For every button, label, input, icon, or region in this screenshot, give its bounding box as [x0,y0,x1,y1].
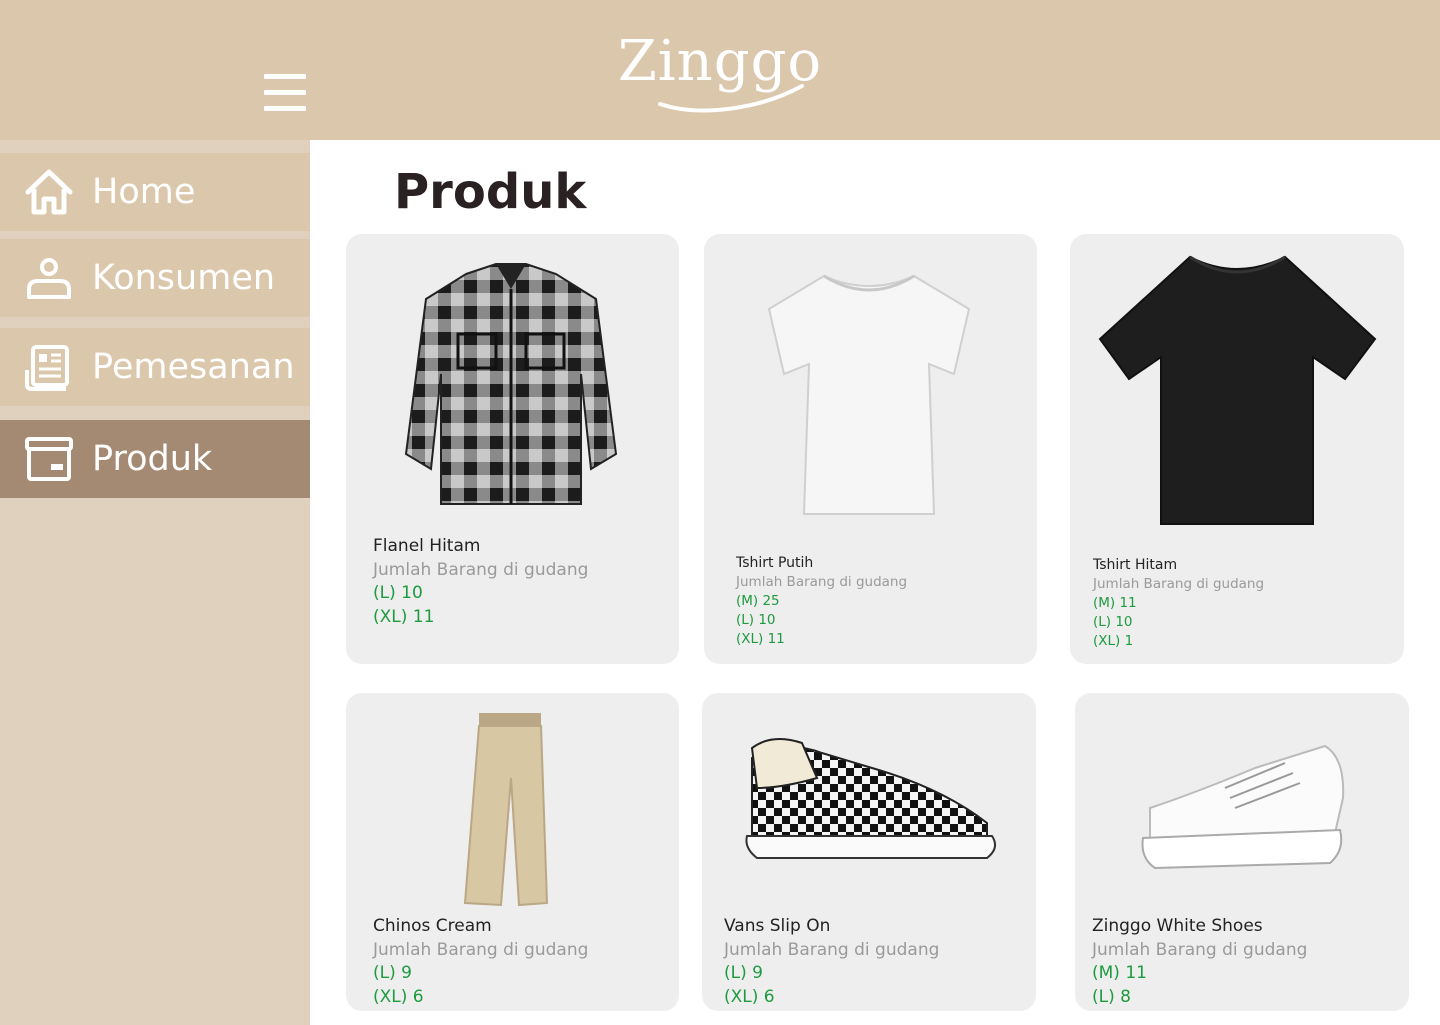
stock-label: Jumlah Barang di gudang [736,574,908,590]
stock-value: (XL) 6 [373,987,424,1007]
hamburger-menu-icon[interactable] [264,74,306,112]
stock-value: (L) 8 [1092,987,1131,1007]
product-name: Chinos Cream [373,916,492,936]
stock-value: (L) 9 [373,963,412,983]
sidebar-item-konsumen[interactable]: Konsumen [0,239,310,317]
black-tshirt-image [1098,255,1377,525]
stock-label: Jumlah Barang di gudang [373,560,589,580]
sidebar-item-pemesanan[interactable]: Pemesanan [0,328,310,406]
stock-value: (M) 11 [1093,595,1137,611]
product-card-vans-slip-on[interactable]: Vans Slip On Jumlah Barang di gudang (L)… [702,693,1036,1011]
flannel-shirt-image [404,263,618,505]
archive-box-icon [25,437,73,481]
product-name: Flanel Hitam [373,536,481,556]
product-name: Zinggo White Shoes [1092,916,1263,936]
product-card-chinos-cream[interactable]: Chinos Cream Jumlah Barang di gudang (L)… [346,693,679,1011]
product-card-zinggo-white-shoes[interactable]: Zinggo White Shoes Jumlah Barang di guda… [1075,693,1409,1011]
chinos-pants-image [463,713,549,907]
stock-value: (L) 10 [1093,614,1133,630]
stock-value: (M) 25 [736,593,780,609]
product-name: Tshirt Putih [736,555,814,571]
sidebar-item-label: Produk [92,439,213,479]
sidebar-item-home[interactable]: Home [0,153,310,231]
stock-label: Jumlah Barang di gudang [724,940,940,960]
user-icon [27,258,71,299]
zinggo-logo[interactable]: Zinggo [560,22,880,113]
product-card-tshirt-putih[interactable]: Tshirt Putih Jumlah Barang di gudang (M)… [704,234,1037,664]
stock-value: (L) 9 [724,963,763,983]
product-name: Tshirt Hitam [1093,557,1178,573]
page-title: Produk [394,164,587,220]
sidebar-item-produk[interactable]: Produk [0,420,310,498]
sidebar-item-label: Pemesanan [92,347,295,387]
stock-value: (L) 10 [373,583,423,603]
stock-value: (XL) 1 [1093,633,1134,649]
product-card-tshirt-hitam[interactable]: Tshirt Hitam Jumlah Barang di gudang (M)… [1070,234,1404,664]
white-sneaker-image [1141,744,1345,870]
home-icon [25,169,73,215]
stock-value: (XL) 11 [736,631,785,647]
stock-label: Jumlah Barang di gudang [1092,940,1308,960]
logo-swoosh-icon [658,84,804,113]
sidebar: Home Konsumen Pemesanan Produk [0,140,310,1025]
slip-on-shoe-image [745,738,997,859]
stock-value: (XL) 11 [373,607,435,627]
sidebar-item-label: Home [92,172,196,212]
stock-label: Jumlah Barang di gudang [1093,576,1265,592]
stock-value: (M) 11 [1092,963,1147,983]
stock-value: (L) 10 [736,612,776,628]
sidebar-item-label: Konsumen [92,258,276,298]
white-tshirt-image [767,274,971,515]
receipt-icon [25,345,69,391]
stock-value: (XL) 6 [724,987,775,1007]
product-name: Vans Slip On [724,916,831,936]
stock-label: Jumlah Barang di gudang [373,940,589,960]
top-header: Zinggo [0,0,1440,140]
product-card-flanel-hitam[interactable]: Flanel Hitam Jumlah Barang di gudang (L)… [346,234,679,664]
